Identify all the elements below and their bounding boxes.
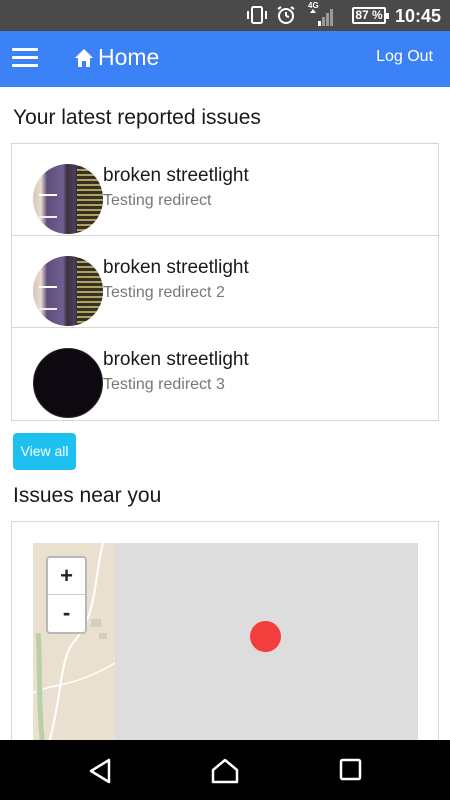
nearby-issues-heading: Issues near you — [13, 484, 162, 507]
view-all-button[interactable]: View all — [13, 433, 76, 470]
alarm-icon — [277, 6, 295, 24]
home-nav-icon[interactable] — [211, 758, 239, 784]
issue-thumbnail — [33, 348, 103, 418]
issue-description: Testing redirect 2 — [103, 284, 225, 301]
vibrate-icon — [247, 6, 267, 24]
latest-issues-list: broken streetlight Testing redirect brok… — [11, 143, 439, 421]
back-icon[interactable] — [88, 758, 112, 784]
issue-list-item[interactable]: broken streetlight Testing redirect 3 — [12, 328, 438, 420]
nearby-issues-card: + - — [11, 521, 439, 761]
issue-title: broken streetlight — [103, 165, 249, 186]
signal-icon — [310, 9, 333, 26]
home-icon — [75, 49, 93, 67]
issue-description: Testing redirect 3 — [103, 376, 225, 393]
issue-thumbnail — [33, 256, 103, 326]
issue-list-item[interactable]: broken streetlight Testing redirect 2 — [12, 236, 438, 328]
issue-title: broken streetlight — [103, 257, 249, 278]
issue-title: broken streetlight — [103, 349, 249, 370]
system-nav-bar — [0, 740, 450, 800]
zoom-in-button[interactable]: + — [48, 558, 85, 595]
zoom-out-button[interactable]: - — [48, 595, 85, 632]
app-bar: Home Log Out — [0, 31, 450, 87]
page-title: Home — [98, 44, 160, 70]
latest-issues-heading: Your latest reported issues — [13, 106, 261, 129]
status-time: 10:45 — [395, 6, 442, 26]
menu-icon-line — [12, 64, 38, 67]
logout-button[interactable]: Log Out — [376, 48, 433, 66]
status-bar: 4G 87 % 10:45 — [0, 0, 450, 31]
battery-indicator: 87 % — [352, 7, 389, 24]
issue-list-item[interactable]: broken streetlight Testing redirect — [12, 144, 438, 236]
issues-map[interactable]: + - — [33, 543, 418, 760]
menu-icon-line — [12, 48, 38, 51]
issue-map-marker[interactable] — [250, 621, 281, 652]
menu-button[interactable] — [12, 48, 38, 70]
recents-icon[interactable] — [339, 758, 363, 782]
issue-thumbnail — [33, 164, 103, 234]
issue-description: Testing redirect — [103, 192, 212, 209]
menu-icon-line — [12, 56, 38, 59]
map-zoom-control: + - — [46, 556, 87, 634]
